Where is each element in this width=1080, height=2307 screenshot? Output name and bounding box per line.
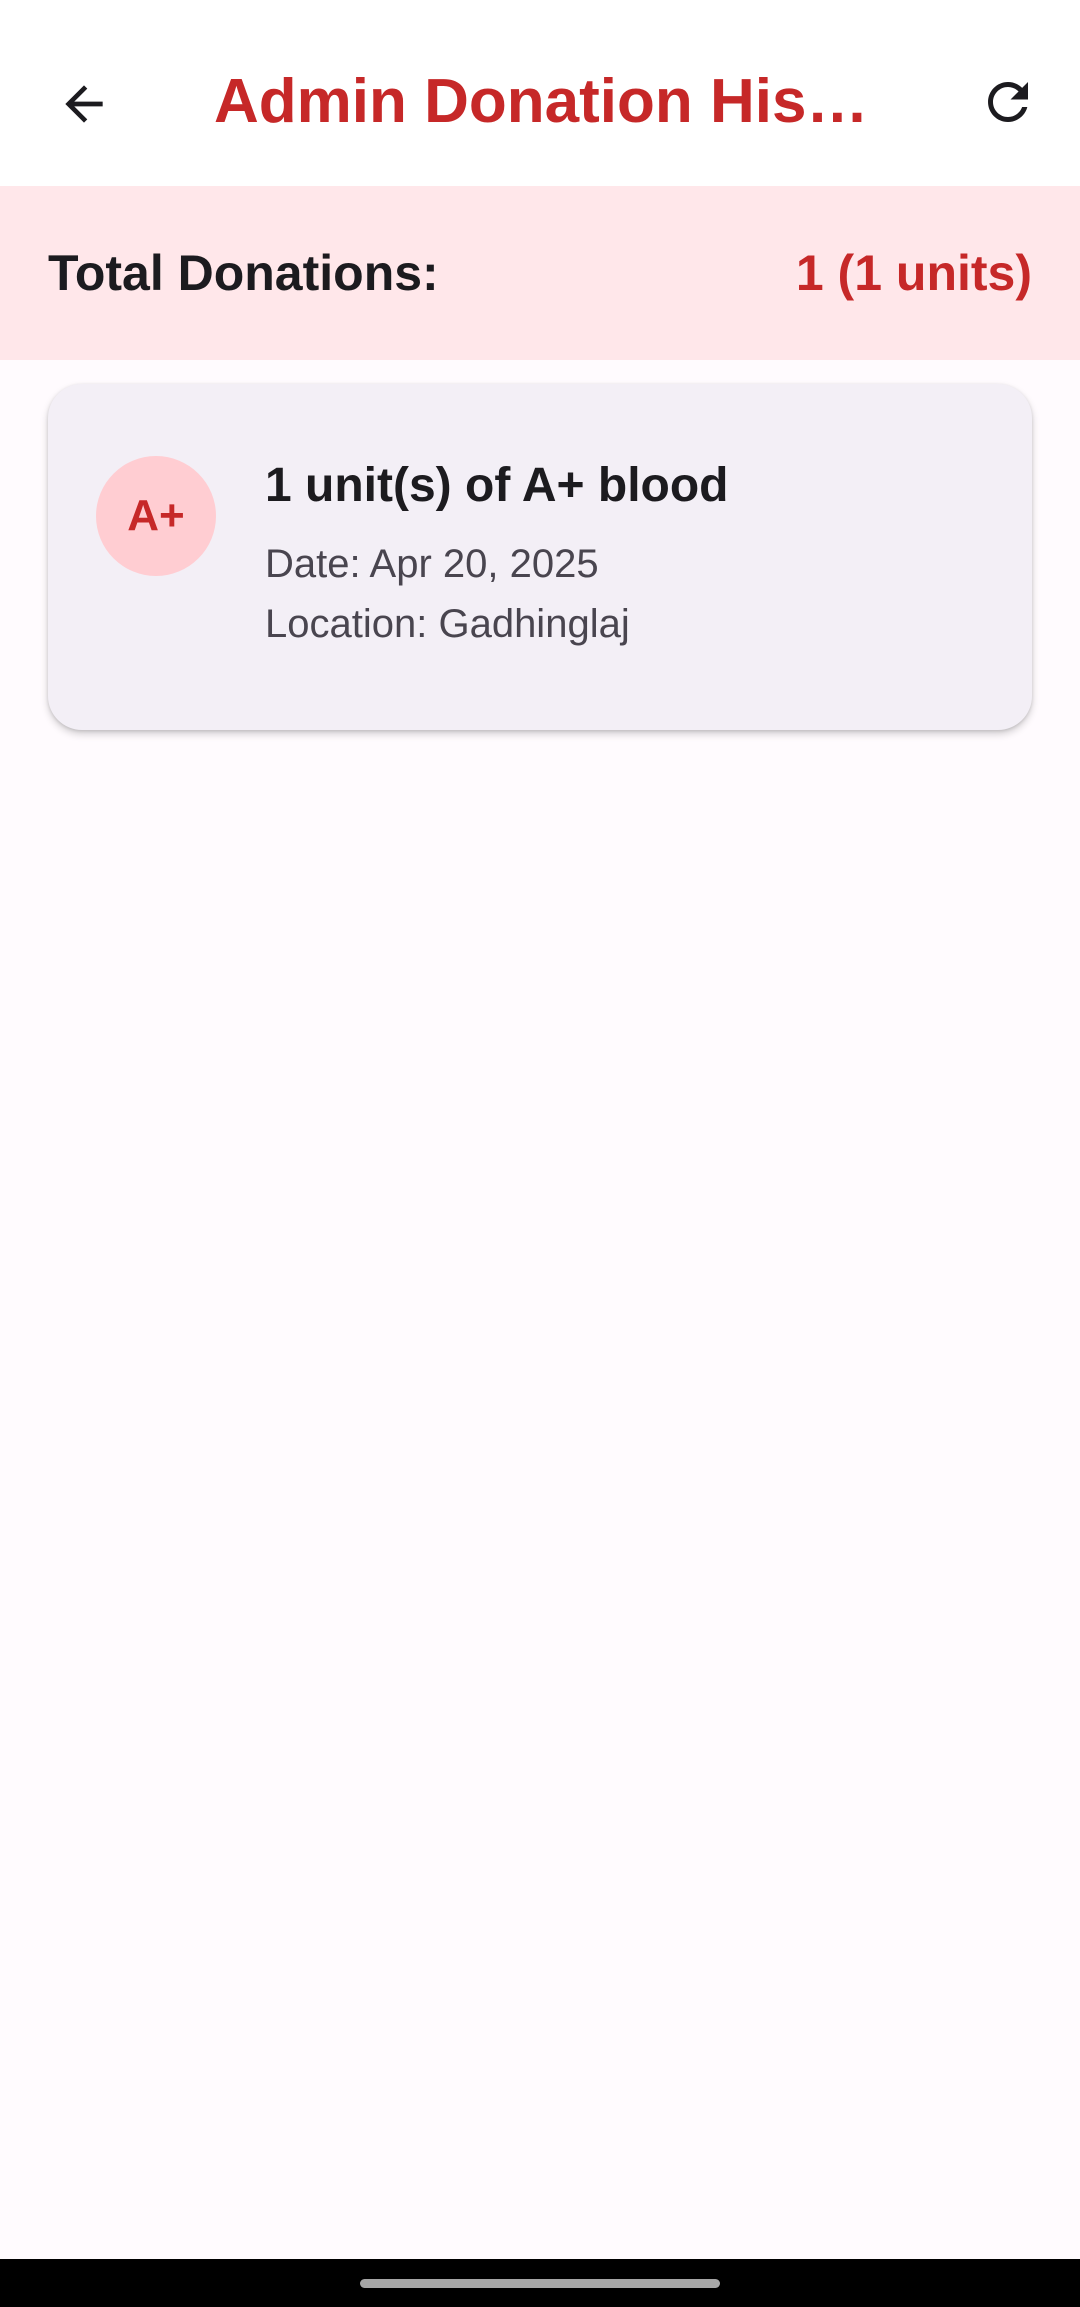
- donation-card[interactable]: A+ 1 unit(s) of A+ blood Date: Apr 20, 2…: [48, 384, 1032, 730]
- donation-location: Location: Gadhinglaj: [265, 602, 630, 646]
- total-donations-value: 1 (1 units): [795, 245, 1032, 301]
- app-bar: Admin Donation Hist…: [0, 0, 1080, 186]
- arrow-back-icon: [65, 85, 103, 123]
- total-donations-label: Total Donations:: [48, 245, 439, 301]
- page-title: Admin Donation Hist…: [214, 67, 884, 136]
- back-button[interactable]: [40, 60, 128, 148]
- home-gesture-handle[interactable]: [360, 2279, 720, 2288]
- refresh-icon: [988, 82, 1028, 122]
- system-navigation-bar: [0, 2259, 1080, 2307]
- total-donations-banner: Total Donations: 1 (1 units): [0, 186, 1080, 360]
- blood-group-avatar: A+: [96, 456, 216, 576]
- donation-title: 1 unit(s) of A+ blood: [265, 459, 729, 512]
- donation-date: Date: Apr 20, 2025: [265, 542, 599, 586]
- refresh-button[interactable]: [964, 58, 1052, 146]
